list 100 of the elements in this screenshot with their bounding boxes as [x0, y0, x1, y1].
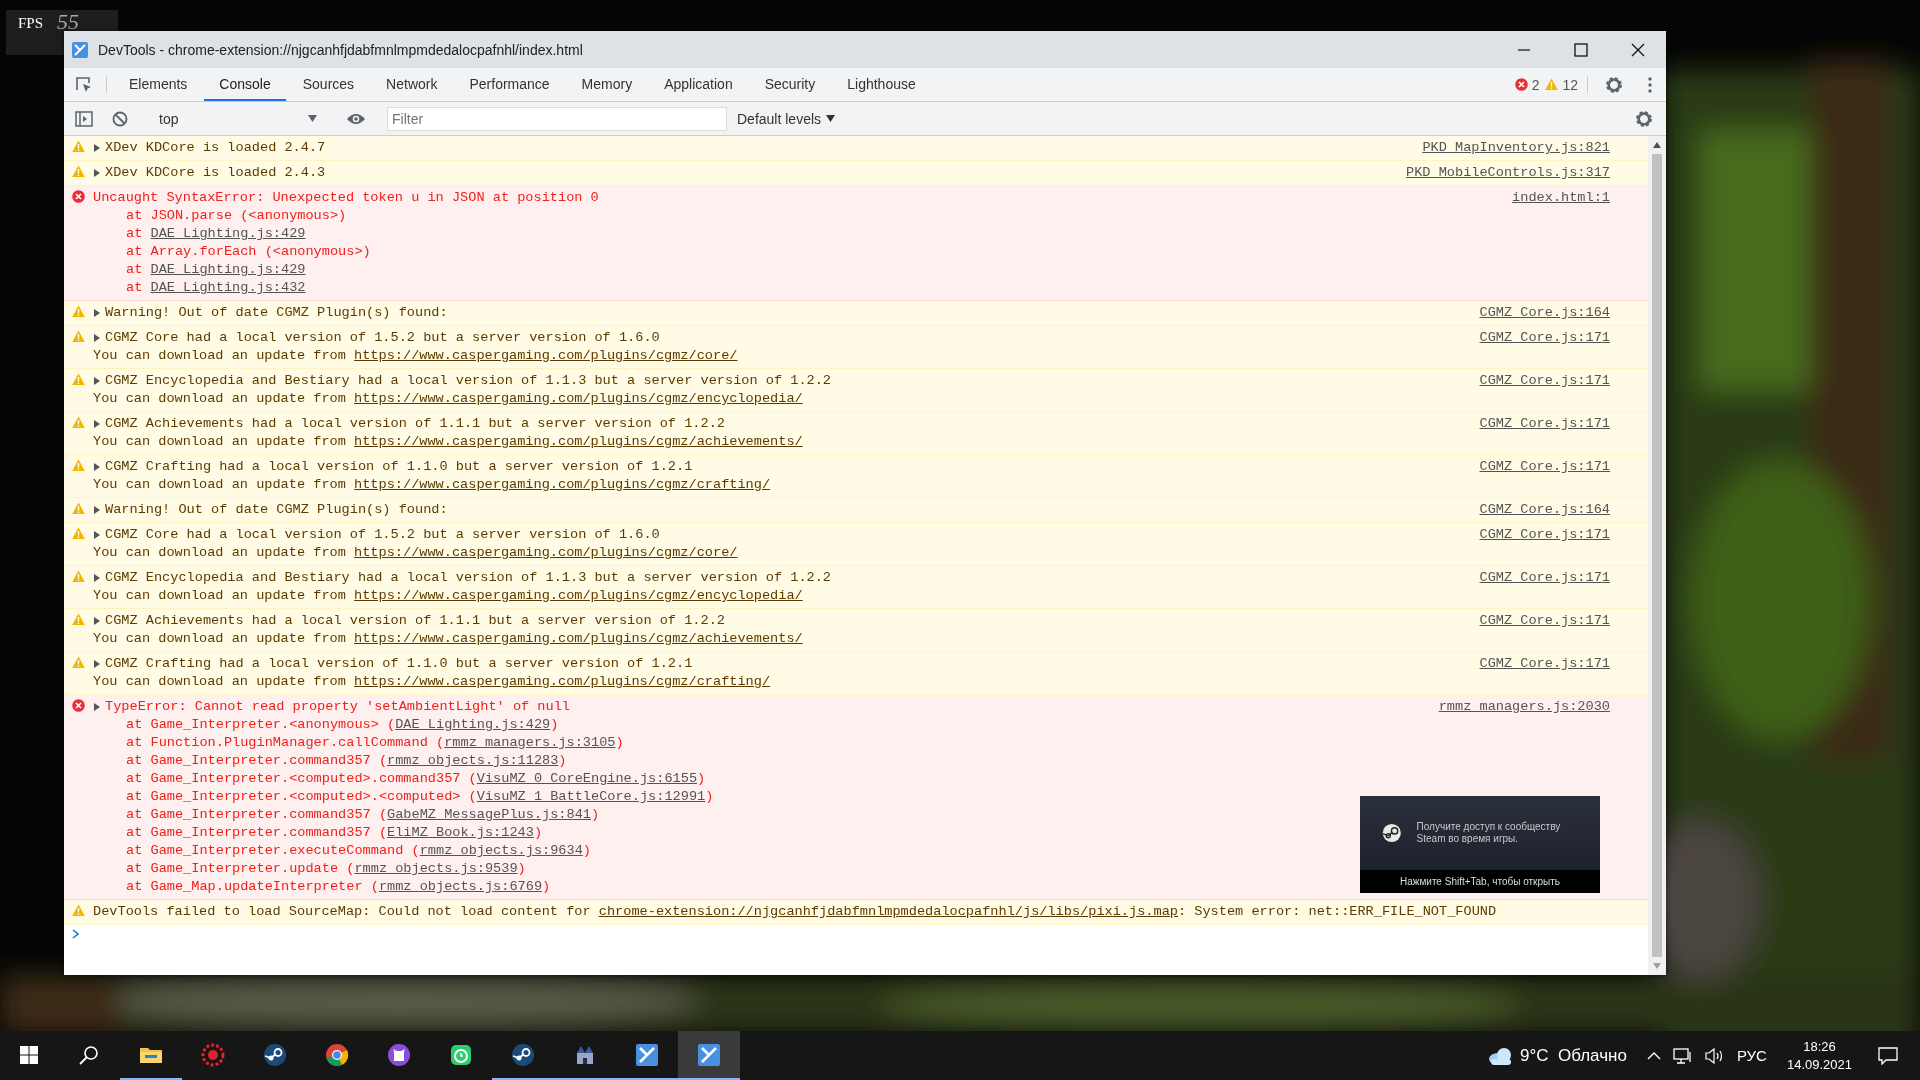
source-link[interactable]: rmmz_managers.js:3105 — [444, 735, 616, 750]
source-link[interactable]: VisuMZ_0_CoreEngine.js:6155 — [476, 771, 698, 786]
scrollbar[interactable] — [1648, 136, 1666, 975]
filter-field[interactable]: Filter — [387, 106, 727, 131]
search-icon — [79, 1044, 99, 1065]
expand-triangle-icon[interactable] — [93, 377, 101, 385]
scrollbar-thumb[interactable] — [1652, 154, 1662, 957]
source-link[interactable]: https://www.caspergaming.com/plugins/cgmz/achievements/ — [354, 434, 803, 449]
source-link[interactable]: rmmz_objects.js:6769 — [378, 879, 543, 894]
tab[interactable]: Lighthouse — [832, 68, 931, 101]
scroll-up-icon[interactable] — [1653, 142, 1661, 148]
source-link[interactable]: CGMZ_Core.js:164 — [1479, 304, 1610, 322]
maximize-icon — [1573, 42, 1588, 57]
settings-icon[interactable] — [1635, 109, 1653, 128]
message-text: CGMZ Achievements had a local version of 1.1.1 but a server version of 1.2.2 — [105, 415, 725, 433]
source-link[interactable]: CGMZ_Core.js:171 — [1479, 612, 1610, 648]
source-link[interactable]: chrome-extension://njgcanhfjdabfmnlmpmdedalocpafnhl/js/libs/pixi.js.map — [598, 904, 1178, 919]
source-link[interactable]: CGMZ_Core.js:171 — [1479, 569, 1610, 605]
source-link[interactable]: PKD_MapInventory.js:821 — [1422, 139, 1610, 157]
network-icon[interactable] — [1672, 1047, 1693, 1064]
source-link[interactable]: rmmz_objects.js:11283 — [387, 753, 559, 768]
expand-triangle-icon[interactable] — [93, 144, 101, 152]
source-link[interactable]: CGMZ_Core.js:171 — [1479, 526, 1610, 562]
shortcut-hint: Нажмите Shift+Tab, чтобы открыть — [1360, 870, 1600, 893]
source-link[interactable]: CGMZ_Core.js:171 — [1479, 372, 1610, 408]
tab[interactable]: Sources — [287, 68, 370, 101]
expand-triangle-icon[interactable] — [93, 169, 101, 177]
eye-icon[interactable] — [346, 111, 366, 126]
source-link[interactable]: https://www.caspergaming.com/plugins/cgmz/core/ — [354, 545, 738, 560]
tab[interactable]: Application — [649, 68, 748, 101]
warning-icon — [72, 373, 85, 386]
tab[interactable]: Security — [749, 68, 831, 101]
sidebar-icon[interactable] — [75, 110, 93, 127]
source-link[interactable]: index.html:1 — [1512, 189, 1610, 297]
clear-icon[interactable] — [112, 110, 128, 127]
source-link[interactable]: CGMZ_Core.js:171 — [1479, 415, 1610, 451]
expand-triangle-icon[interactable] — [93, 334, 101, 342]
chevron-up-icon[interactable] — [1646, 1051, 1661, 1060]
warning-icon — [72, 459, 85, 472]
error-icon — [72, 699, 85, 712]
taskbar-app[interactable] — [678, 1031, 740, 1080]
source-link[interactable]: https://www.caspergaming.com/plugins/cgmz/core/ — [354, 348, 738, 363]
clock-date[interactable]: 14.09.2021 — [1786, 1055, 1852, 1074]
source-link[interactable]: DAE_Lighting.js:429 — [150, 262, 306, 277]
caret-icon — [826, 115, 836, 122]
source-link[interactable]: CGMZ_Core.js:171 — [1479, 458, 1610, 494]
expand-triangle-icon[interactable] — [93, 463, 101, 471]
expand-triangle-icon[interactable] — [93, 660, 101, 668]
source-link[interactable]: GabeMZ_MessagePlus.js:841 — [387, 807, 591, 822]
stack-trace-line: at DAE_Lighting.js:429 — [125, 261, 307, 279]
more-menu-icon[interactable] — [1648, 76, 1652, 93]
clock-icon — [449, 1042, 473, 1067]
message-text: XDev KDCore is loaded 2.4.7 — [105, 139, 326, 157]
language-indicator[interactable]: РУС — [1736, 1047, 1767, 1064]
expand-triangle-icon[interactable] — [93, 531, 101, 539]
message-text: You can download an update from https://www.caspergaming.com/plugins/cgmz/crafting/ — [93, 476, 772, 494]
context-select[interactable]: top — [153, 105, 323, 132]
message-text: CGMZ Encyclopedia and Bestiary had a local version of 1.1.3 but a server version of 1.2.2 — [105, 372, 832, 390]
source-link[interactable]: rmmz_objects.js:9634 — [419, 843, 583, 858]
tab[interactable]: Memory — [566, 68, 648, 101]
tab[interactable]: Network — [371, 68, 453, 101]
source-link[interactable]: DAE_Lighting.js:429 — [150, 226, 306, 241]
inspect-icon[interactable] — [75, 75, 93, 94]
expand-triangle-icon[interactable] — [93, 420, 101, 428]
expand-triangle-icon[interactable] — [93, 506, 101, 514]
source-link[interactable]: rmmz_objects.js:9539 — [354, 861, 518, 876]
source-link[interactable]: PKD_MobileControls.js:317 — [1406, 164, 1610, 182]
weather-text[interactable]: 9°C Облачно — [1520, 1045, 1627, 1066]
cat-circle-icon — [387, 1042, 411, 1067]
expand-triangle-icon[interactable] — [93, 574, 101, 582]
message-text: Uncaught SyntaxError: Unexpected token u in JSON at position 0 — [93, 189, 599, 207]
tab[interactable]: Elements — [114, 68, 203, 101]
source-link[interactable]: VisuMZ_1_BattleCore.js:12991 — [476, 789, 706, 804]
source-link[interactable]: DAE_Lighting.js:429 — [395, 717, 551, 732]
expand-triangle-icon[interactable] — [93, 309, 101, 317]
stack-trace-line: at Array.forEach (<anonymous>) — [125, 243, 372, 261]
source-link[interactable]: DAE_Lighting.js:432 — [150, 280, 306, 295]
source-link[interactable]: https://www.caspergaming.com/plugins/cgmz/crafting/ — [354, 674, 771, 689]
source-link[interactable]: https://www.caspergaming.com/plugins/cgmz/crafting/ — [354, 477, 771, 492]
expand-triangle-icon[interactable] — [93, 703, 101, 711]
clock-time[interactable]: 18:26 — [1803, 1037, 1836, 1056]
source-link[interactable]: https://www.caspergaming.com/plugins/cgmz/achievements/ — [354, 631, 803, 646]
source-link[interactable]: https://www.caspergaming.com/plugins/cgmz/encyclopedia/ — [354, 391, 803, 406]
source-link[interactable]: EliMZ_Book.js:1243 — [387, 825, 534, 840]
expand-triangle-icon[interactable] — [93, 617, 101, 625]
error-icon — [72, 190, 85, 203]
stack-trace-line: at Game_Interpreter.<computed>.command357 (VisuMZ_0_CoreEngine.js:6155) — [125, 770, 707, 788]
settings-icon[interactable] — [1605, 75, 1623, 94]
levels-dropdown[interactable]: Default levels — [733, 105, 840, 132]
source-link[interactable]: CGMZ_Core.js:171 — [1479, 655, 1610, 691]
warning-icon — [72, 904, 85, 917]
volume-icon[interactable] — [1704, 1047, 1725, 1064]
notification-icon[interactable] — [1878, 1046, 1898, 1065]
tab[interactable]: Performance — [454, 68, 565, 101]
source-link[interactable]: https://www.caspergaming.com/plugins/cgmz/encyclopedia/ — [354, 588, 803, 603]
warning-icon — [72, 305, 85, 318]
fps-label: FPS — [18, 14, 44, 32]
source-link[interactable]: CGMZ_Core.js:171 — [1479, 329, 1610, 365]
warning-icon — [72, 570, 85, 583]
source-link[interactable]: CGMZ_Core.js:164 — [1479, 501, 1610, 519]
